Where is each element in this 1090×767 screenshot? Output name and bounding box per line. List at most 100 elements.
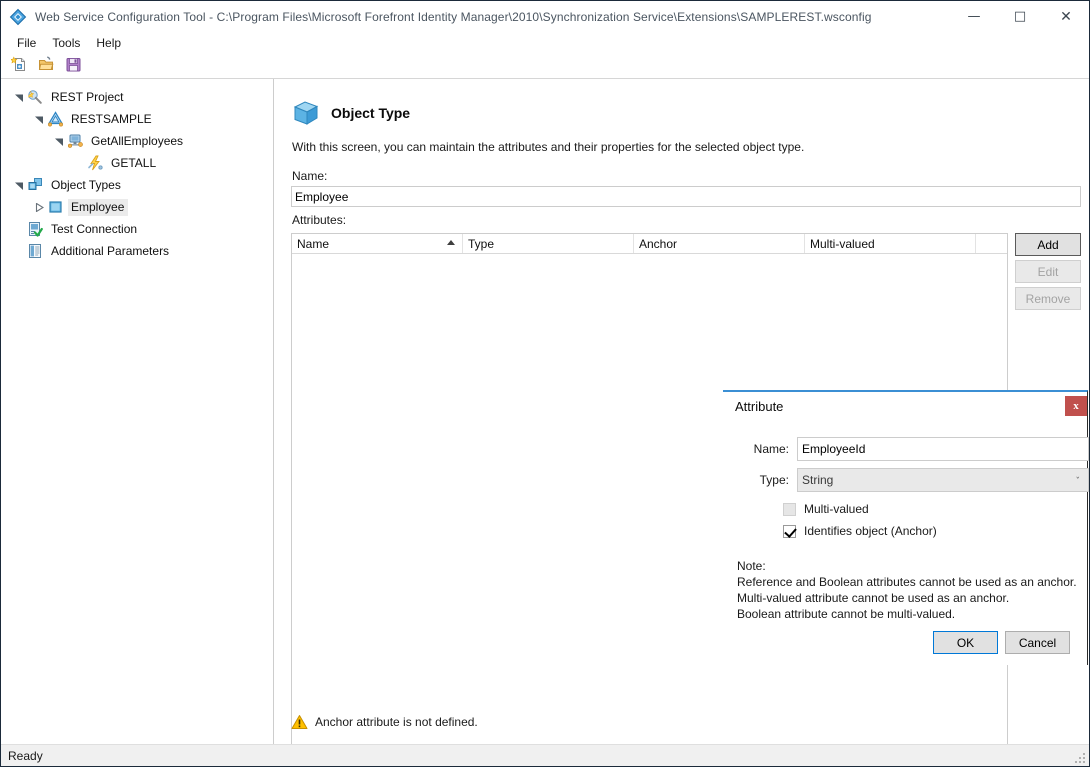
tree-label: GETALL: [111, 155, 157, 170]
expander-collapsed-icon[interactable]: [31, 199, 47, 215]
object-type-cube-icon: [292, 99, 320, 127]
app-logo-icon: [9, 8, 27, 26]
tree-label: Employee: [68, 198, 129, 216]
dialog-close-button[interactable]: x: [1065, 396, 1087, 416]
attribute-name-input[interactable]: [797, 437, 1089, 461]
grid-column-header-anchor[interactable]: Anchor: [634, 234, 805, 253]
new-project-icon: [9, 56, 28, 76]
menu-file[interactable]: File: [9, 33, 44, 53]
validation-warning-text: Anchor attribute is not defined.: [315, 715, 478, 729]
object-type-icon: [47, 199, 64, 215]
grid-column-header-name[interactable]: Name: [292, 234, 463, 253]
open-project-button[interactable]: [35, 56, 57, 77]
dialog-type-row: Type: String ˇ: [737, 468, 1089, 492]
tree-item-restsample[interactable]: RESTSAMPLE: [1, 108, 273, 130]
page-description: With this screen, you can maintain the a…: [292, 140, 805, 154]
expander-expanded-icon[interactable]: [31, 111, 47, 127]
attribute-type-value: String: [802, 473, 834, 487]
grid-column-header-type[interactable]: Type: [463, 234, 634, 253]
attribute-type-dropdown[interactable]: String ˇ: [797, 468, 1089, 492]
menu-tools[interactable]: Tools: [44, 33, 88, 53]
expander-expanded-icon[interactable]: [11, 177, 27, 193]
close-button[interactable]: ✕: [1043, 1, 1089, 32]
tree-item-employee[interactable]: Employee: [1, 196, 273, 218]
tree-item-test-connection[interactable]: Test Connection: [1, 218, 273, 240]
minimize-button[interactable]: —: [951, 1, 997, 32]
remove-button[interactable]: Remove: [1015, 287, 1081, 310]
dialog-note: Note: Reference and Boolean attributes c…: [737, 558, 1077, 622]
tree-label: Test Connection: [51, 221, 138, 236]
edit-button[interactable]: Edit: [1015, 260, 1081, 283]
tree-label: GetAllEmployees: [91, 133, 184, 148]
anchor-checkbox[interactable]: [783, 524, 796, 538]
expander-none: [11, 221, 27, 237]
window-controls: — □ ✕: [951, 1, 1089, 32]
grid-column-header-spacer: [976, 234, 1007, 253]
dialog-buttons: OK Cancel: [933, 631, 1070, 654]
chevron-down-icon: ˇ: [1075, 477, 1081, 487]
multi-valued-checkbox-row[interactable]: Multi-valued: [783, 502, 869, 516]
open-folder-icon: [38, 56, 55, 76]
warning-triangle-icon: [291, 714, 308, 730]
application-window: Web Service Configuration Tool - C:\Prog…: [0, 0, 1090, 767]
expander-none: [71, 155, 87, 171]
object-types-icon: [27, 177, 44, 193]
menu-bar: File Tools Help: [1, 32, 1089, 54]
new-project-button[interactable]: [8, 56, 30, 77]
dialog-name-label: Name:: [753, 442, 789, 456]
rest-project-icon: [27, 89, 44, 105]
object-type-name-input[interactable]: [291, 186, 1081, 207]
add-button[interactable]: Add: [1015, 233, 1081, 256]
anchor-checkbox-row[interactable]: Identifies object (Anchor): [783, 524, 937, 538]
navigation-tree[interactable]: REST Project RESTSAMPLE GetAllEmployees …: [1, 79, 274, 744]
save-project-button[interactable]: [62, 56, 84, 77]
dialog-type-label: Type:: [759, 473, 789, 487]
grid-column-label: Multi-valued: [810, 236, 875, 251]
sort-ascending-icon: [447, 240, 455, 245]
attribute-dialog: Attribute x Name: Type: String ˇ Multi-v…: [723, 390, 1089, 665]
tree-label: RESTSAMPLE: [71, 111, 152, 126]
window-title: Web Service Configuration Tool - C:\Prog…: [35, 9, 872, 24]
expander-none: [11, 243, 27, 259]
tree-item-getall[interactable]: GETALL: [1, 152, 273, 174]
activity-icon: [87, 155, 104, 171]
tree-item-additional-parameters[interactable]: Additional Parameters: [1, 240, 273, 262]
page-header: Object Type: [292, 99, 410, 127]
grid-column-label: Type: [468, 236, 495, 251]
title-bar: Web Service Configuration Tool - C:\Prog…: [1, 1, 1089, 32]
multi-valued-checkbox[interactable]: [783, 502, 796, 516]
expander-expanded-icon[interactable]: [51, 133, 67, 149]
status-bar: Ready: [1, 744, 1089, 766]
tree-label: Additional Parameters: [51, 243, 170, 258]
dialog-ok-button[interactable]: OK: [933, 631, 998, 654]
tree-label: Object Types: [51, 177, 121, 192]
anchor-label: Identifies object (Anchor): [804, 524, 937, 538]
resize-grip-icon[interactable]: [1073, 751, 1087, 765]
grid-header-row: Name Type Anchor Multi-valued: [292, 234, 1007, 254]
tree-item-rest-project[interactable]: REST Project: [1, 86, 273, 108]
note-line: Boolean attribute cannot be multi-valued…: [737, 607, 956, 621]
grid-column-label: Anchor: [639, 236, 678, 251]
status-text: Ready: [8, 748, 43, 763]
validation-warning: Anchor attribute is not defined.: [291, 714, 478, 730]
dialog-cancel-button[interactable]: Cancel: [1005, 631, 1070, 654]
grid-column-header-multi-valued[interactable]: Multi-valued: [805, 234, 976, 253]
multi-valued-label: Multi-valued: [804, 502, 869, 516]
dialog-title: Attribute: [735, 399, 784, 414]
expander-expanded-icon[interactable]: [11, 89, 27, 105]
note-line: Reference and Boolean attributes cannot …: [737, 575, 1077, 589]
note-line: Multi-valued attribute cannot be used as…: [737, 591, 1010, 605]
content-pane: Object Type With this screen, you can ma…: [275, 79, 1089, 744]
grid-column-label: Name: [297, 236, 330, 251]
tree-item-getallemployees[interactable]: GetAllEmployees: [1, 130, 273, 152]
page-title: Object Type: [331, 105, 411, 121]
attributes-label: Attributes:: [292, 213, 347, 227]
tree-item-object-types[interactable]: Object Types: [1, 174, 273, 196]
dialog-name-row: Name:: [737, 437, 1089, 461]
grid-button-column: Add Edit Remove: [1015, 233, 1081, 310]
workflow-icon: [67, 133, 84, 149]
tool-bar: [1, 54, 1089, 79]
menu-help[interactable]: Help: [88, 33, 129, 53]
tree-label: REST Project: [51, 89, 124, 104]
maximize-button[interactable]: □: [997, 1, 1043, 32]
